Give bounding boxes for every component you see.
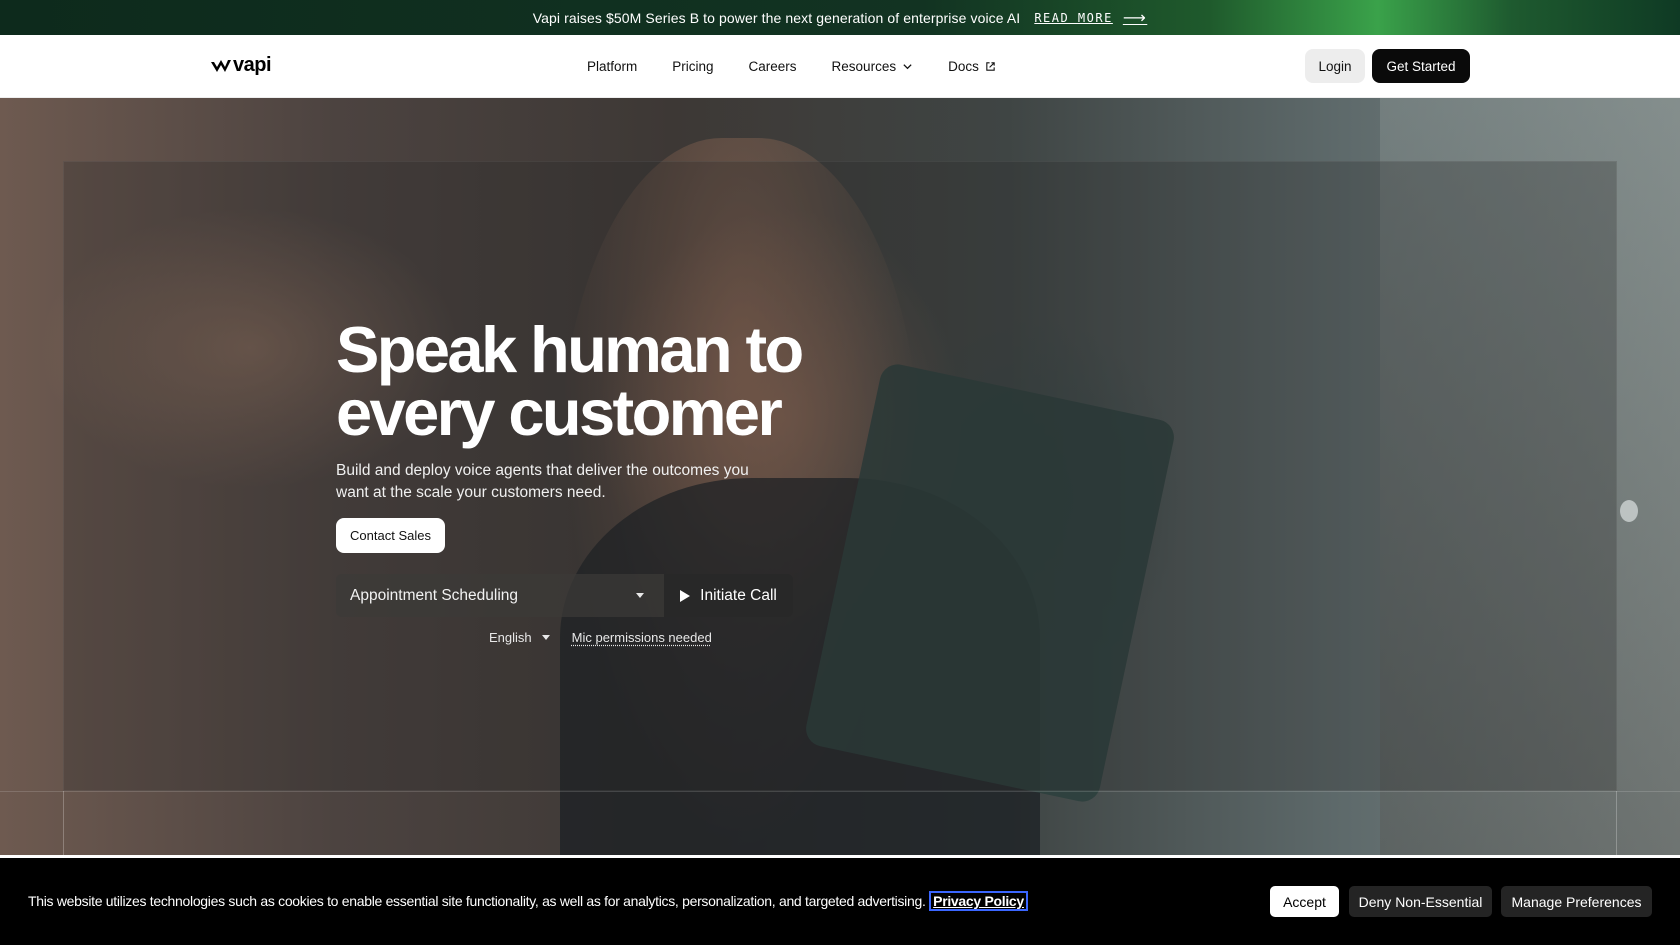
logo-text: vapi (233, 54, 272, 76)
play-icon (680, 589, 691, 602)
use-case-value: Appointment Scheduling (350, 586, 519, 604)
hero-overlay-panel (63, 161, 1617, 791)
nav-docs-label: Docs (948, 59, 979, 74)
hero-divider (0, 791, 1680, 792)
hero-subtitle: Build and deploy voice agents that deliv… (336, 462, 749, 501)
initiate-call-label: Initiate Call (700, 586, 777, 604)
nav-platform[interactable]: Platform (587, 59, 637, 74)
contact-sales-button[interactable]: Contact Sales (336, 518, 445, 553)
hero-title-line-2: every customer (336, 376, 783, 449)
read-more-link[interactable]: READ MORE ⟶ (1034, 8, 1147, 27)
external-link-icon (986, 62, 995, 71)
demo-options: English Mic permissions needed (489, 630, 712, 645)
arrow-right-icon: ⟶ (1122, 8, 1148, 27)
nav-pricing-label: Pricing (672, 59, 714, 74)
language-value: English (489, 630, 532, 645)
cookie-text: This website utilizes technologies such … (28, 893, 926, 909)
nav-resources[interactable]: Resources (832, 59, 914, 74)
cookie-message: This website utilizes technologies such … (28, 891, 1028, 911)
read-more-label: READ MORE (1034, 10, 1113, 25)
hero-title-line-1: Speak human to (336, 313, 804, 386)
announcement-text: Vapi raises $50M Series B to power the n… (532, 9, 1021, 26)
hero-divider-right (1616, 791, 1617, 855)
main-nav: Platform Pricing Careers Resources Docs (587, 35, 1031, 98)
vapi-logo[interactable]: vapi (211, 54, 272, 77)
nav-resources-label: Resources (831, 59, 897, 74)
site-header: vapi Platform Pricing Careers Resources … (0, 35, 1680, 98)
privacy-policy-link[interactable]: Privacy Policy (929, 891, 1028, 911)
caret-down-icon (541, 635, 550, 640)
accept-cookies-button[interactable]: Accept (1270, 886, 1339, 917)
initiate-call-button[interactable]: Initiate Call (664, 574, 793, 617)
hero-section: Speak human to every customer Build and … (0, 98, 1680, 855)
vapi-logo-icon (211, 59, 231, 72)
voice-demo-bar: Appointment Scheduling Initiate Call (336, 574, 793, 617)
deny-non-essential-button[interactable]: Deny Non-Essential (1349, 886, 1492, 917)
manage-preferences-button[interactable]: Manage Preferences (1501, 886, 1652, 917)
chevron-down-icon (903, 64, 912, 70)
login-button[interactable]: Login (1305, 49, 1365, 83)
announcement-bar: Vapi raises $50M Series B to power the n… (0, 0, 1680, 35)
use-case-select[interactable]: Appointment Scheduling (336, 574, 664, 617)
nav-platform-label: Platform (587, 59, 638, 74)
scroll-indicator (1620, 500, 1638, 522)
mic-permissions-link[interactable]: Mic permissions needed (572, 630, 712, 645)
caret-down-icon (636, 593, 644, 598)
hero-divider-left (63, 791, 64, 855)
nav-docs[interactable]: Docs (948, 59, 996, 74)
language-select[interactable]: English (489, 630, 550, 645)
nav-careers-label: Careers (748, 59, 797, 74)
hero-title: Speak human to every customer (336, 313, 856, 449)
get-started-button[interactable]: Get Started (1372, 49, 1470, 83)
nav-pricing[interactable]: Pricing (672, 59, 713, 74)
cookie-banner: This website utilizes technologies such … (0, 855, 1680, 945)
nav-careers[interactable]: Careers (749, 59, 797, 74)
